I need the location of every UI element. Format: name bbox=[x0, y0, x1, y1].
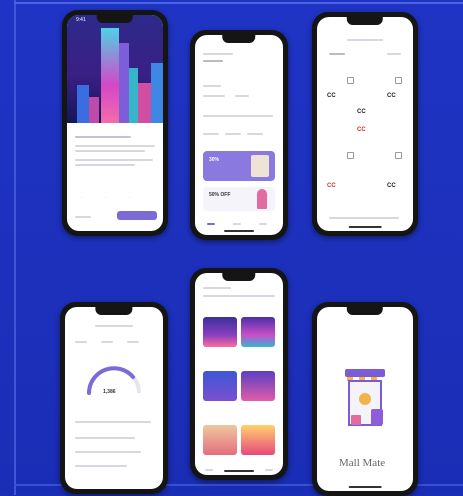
notch bbox=[222, 35, 256, 43]
phone-splash: Mall Mate bbox=[312, 302, 418, 496]
store-tile[interactable] bbox=[203, 371, 237, 401]
phone-stores bbox=[190, 268, 288, 480]
store-logo-icon bbox=[345, 369, 385, 426]
app-brand-name: Mall Mate bbox=[339, 457, 386, 469]
stores-screen bbox=[195, 273, 283, 475]
board-left-edge bbox=[14, 0, 16, 495]
store-tile[interactable] bbox=[203, 425, 237, 455]
notch bbox=[346, 307, 384, 315]
notch bbox=[346, 17, 384, 25]
stats-screen: 1,386 bbox=[65, 307, 163, 489]
board-top-edge bbox=[14, 2, 463, 4]
phone-shop-home: 30% 50% OFF bbox=[190, 30, 288, 240]
get-started-button[interactable] bbox=[117, 211, 157, 220]
promo-card[interactable]: 50% OFF bbox=[203, 187, 275, 211]
gauge-value: 1,386 bbox=[103, 389, 116, 395]
home-indicator bbox=[224, 230, 254, 232]
store-tile[interactable] bbox=[241, 371, 275, 401]
shop-home-screen: 30% 50% OFF bbox=[195, 35, 283, 235]
promo-card-text: 50% OFF bbox=[209, 192, 231, 198]
city-illustration bbox=[67, 15, 163, 123]
store-tile[interactable] bbox=[203, 317, 237, 347]
phone-onboarding: 9:41 · · · bbox=[62, 10, 168, 236]
notch bbox=[222, 273, 256, 281]
home-indicator bbox=[224, 470, 254, 472]
splash-screen: Mall Mate bbox=[317, 307, 413, 491]
promo-banner[interactable]: 30% bbox=[203, 151, 275, 181]
store-tile[interactable] bbox=[241, 317, 275, 347]
map-screen: CC CC CC CC CC CC bbox=[317, 17, 413, 231]
onboarding-screen: 9:41 · · · bbox=[67, 15, 163, 231]
phone-map: CC CC CC CC CC CC bbox=[312, 12, 418, 236]
home-indicator bbox=[348, 486, 382, 488]
notch bbox=[95, 307, 133, 315]
phone-stats: 1,386 bbox=[60, 302, 168, 494]
status-time: 9:41 bbox=[76, 17, 86, 23]
home-indicator bbox=[348, 226, 382, 228]
promo-banner-text: 30% bbox=[209, 157, 220, 163]
notch bbox=[96, 15, 134, 23]
store-tile[interactable] bbox=[241, 425, 275, 455]
